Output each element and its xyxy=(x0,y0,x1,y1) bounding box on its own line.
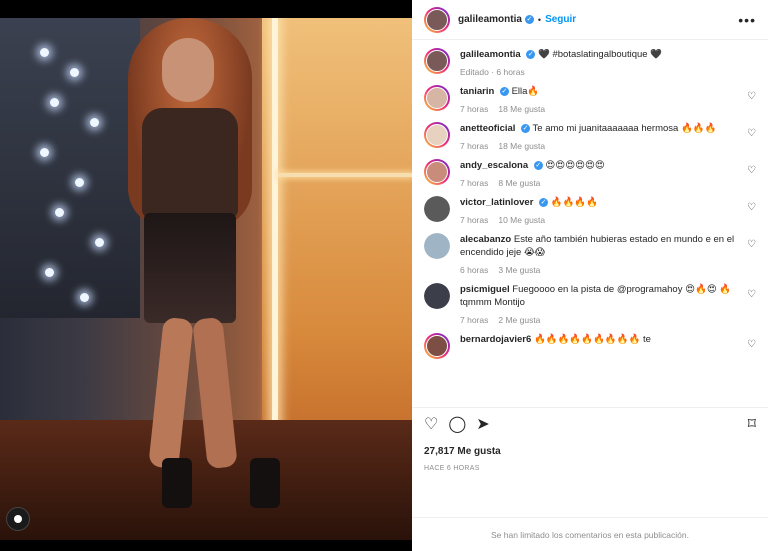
comment-icon[interactable]: ◯ xyxy=(448,416,466,434)
author-avatar[interactable] xyxy=(424,48,450,74)
caption-text: 🖤 #botaslatingalboutique 🖤 xyxy=(538,49,663,60)
post-header: galileamontia ✓ • Seguir ••• xyxy=(412,0,768,40)
comment-row: psicmiguel Fuegoooo en la pista de @prog… xyxy=(424,283,756,325)
bookmark-icon[interactable]: ⌑ xyxy=(748,416,756,434)
user-tag-icon[interactable] xyxy=(6,507,30,531)
comment-likes[interactable]: 18 Me gusta xyxy=(498,104,545,114)
comment-text: 🔥🔥🔥🔥🔥🔥🔥🔥🔥 te xyxy=(533,334,651,345)
verified-icon: ✓ xyxy=(524,15,534,24)
commenter-avatar[interactable] xyxy=(424,233,450,259)
comment-time: 7 horas xyxy=(460,178,489,188)
post-side-panel: galileamontia ✓ • Seguir ••• galileamont… xyxy=(412,0,768,551)
caption-username[interactable]: galileamontia xyxy=(460,49,521,60)
verified-icon: ✓ xyxy=(526,49,536,59)
comment-like-heart-icon[interactable]: ♡ xyxy=(747,91,756,102)
comment-text: Ella🔥 xyxy=(511,86,540,97)
verified-icon: ✓ xyxy=(533,160,543,170)
heart-icon[interactable]: ♡ xyxy=(424,416,438,434)
verified-icon: ✓ xyxy=(521,123,531,133)
comment-username[interactable]: taniarin xyxy=(460,86,494,97)
caption-meta: Editado · 6 horas xyxy=(460,67,525,77)
comment-row: andy_escalona ✓ 😍😍😍😍😍😍 7 horas 8 Me gusta… xyxy=(424,159,756,188)
comment-time: 7 horas xyxy=(460,141,489,151)
separator-dot: • xyxy=(537,14,542,25)
comment-likes[interactable]: 2 Me gusta xyxy=(498,315,540,325)
share-icon[interactable]: ➤ xyxy=(476,416,489,434)
comment-row: victor_latinlover ✓ 🔥🔥🔥🔥 7 horas 10 Me gu… xyxy=(424,196,756,225)
commenter-avatar[interactable] xyxy=(424,283,450,309)
comment-username[interactable]: alecabanzo xyxy=(460,234,511,245)
post-timestamp: HACE 6 HORAS xyxy=(424,465,480,472)
post-actions: ♡ ◯ ➤ ⌑ 27,817 Me gusta HACE 6 HORAS xyxy=(412,407,768,517)
comment-username[interactable]: bernardojavier6 xyxy=(460,334,531,345)
commenter-avatar[interactable] xyxy=(424,122,450,148)
comment-username[interactable]: psicmiguel xyxy=(460,284,510,295)
media-panel xyxy=(0,0,412,551)
comment-row: taniarin ✓ Ella🔥 7 horas 18 Me gusta ♡ xyxy=(424,85,756,114)
follow-button[interactable]: Seguir xyxy=(545,14,576,25)
comment-like-heart-icon[interactable]: ♡ xyxy=(747,239,756,250)
comment-like-heart-icon[interactable]: ♡ xyxy=(747,202,756,213)
comment-text: Te amo mi juanitaaaaaaa hermosa 🔥🔥🔥 xyxy=(532,123,717,134)
comment-text: 😍😍😍😍😍😍 xyxy=(545,160,605,171)
instagram-post-view: galileamontia ✓ • Seguir ••• galileamont… xyxy=(0,0,768,551)
comment-text: 🔥🔥🔥🔥 xyxy=(550,197,598,208)
comment-like-heart-icon[interactable]: ♡ xyxy=(747,339,756,350)
verified-icon: ✓ xyxy=(539,197,549,207)
comments-list: galileamontia ✓ 🖤 #botaslatingalboutique… xyxy=(412,40,768,407)
comment-likes[interactable]: 8 Me gusta xyxy=(498,178,540,188)
comments-limited-notice: Se han limitado los comentarios en esta … xyxy=(412,517,768,551)
comment-time: 7 horas xyxy=(460,315,489,325)
commenter-avatar[interactable] xyxy=(424,196,450,222)
comment-likes[interactable]: 18 Me gusta xyxy=(498,141,545,151)
comment-username[interactable]: victor_latinlover xyxy=(460,197,533,208)
comment-like-heart-icon[interactable]: ♡ xyxy=(747,165,756,176)
verified-icon: ✓ xyxy=(499,86,509,96)
commenter-avatar[interactable] xyxy=(424,333,450,359)
comment-like-heart-icon[interactable]: ♡ xyxy=(747,128,756,139)
comment-username[interactable]: anetteoficial xyxy=(460,123,515,134)
comment-row: alecabanzo Este año también hubieras est… xyxy=(424,233,756,275)
comment-time: 7 horas xyxy=(460,215,489,225)
comment-likes[interactable]: 10 Me gusta xyxy=(498,215,545,225)
comment-time: 6 horas xyxy=(460,265,489,275)
more-options-icon[interactable]: ••• xyxy=(738,12,756,28)
marquee-lights xyxy=(30,38,120,318)
comment-username[interactable]: andy_escalona xyxy=(460,160,528,171)
comment-row: anetteoficial ✓ Te amo mi juanitaaaaaaa … xyxy=(424,122,756,151)
comment-row: bernardojavier6 🔥🔥🔥🔥🔥🔥🔥🔥🔥 te ♡ xyxy=(424,333,756,359)
model-figure xyxy=(120,18,280,518)
post-photo[interactable] xyxy=(0,18,412,540)
comment-like-heart-icon[interactable]: ♡ xyxy=(747,289,756,300)
caption-row: galileamontia ✓ 🖤 #botaslatingalboutique… xyxy=(424,48,756,77)
commenter-avatar[interactable] xyxy=(424,159,450,185)
comment-time: 7 horas xyxy=(460,104,489,114)
comment-likes[interactable]: 3 Me gusta xyxy=(498,265,540,275)
author-avatar[interactable] xyxy=(424,6,450,33)
author-username[interactable]: galileamontia xyxy=(458,14,522,25)
commenter-avatar[interactable] xyxy=(424,85,450,111)
like-count[interactable]: 27,817 Me gusta xyxy=(424,446,756,457)
